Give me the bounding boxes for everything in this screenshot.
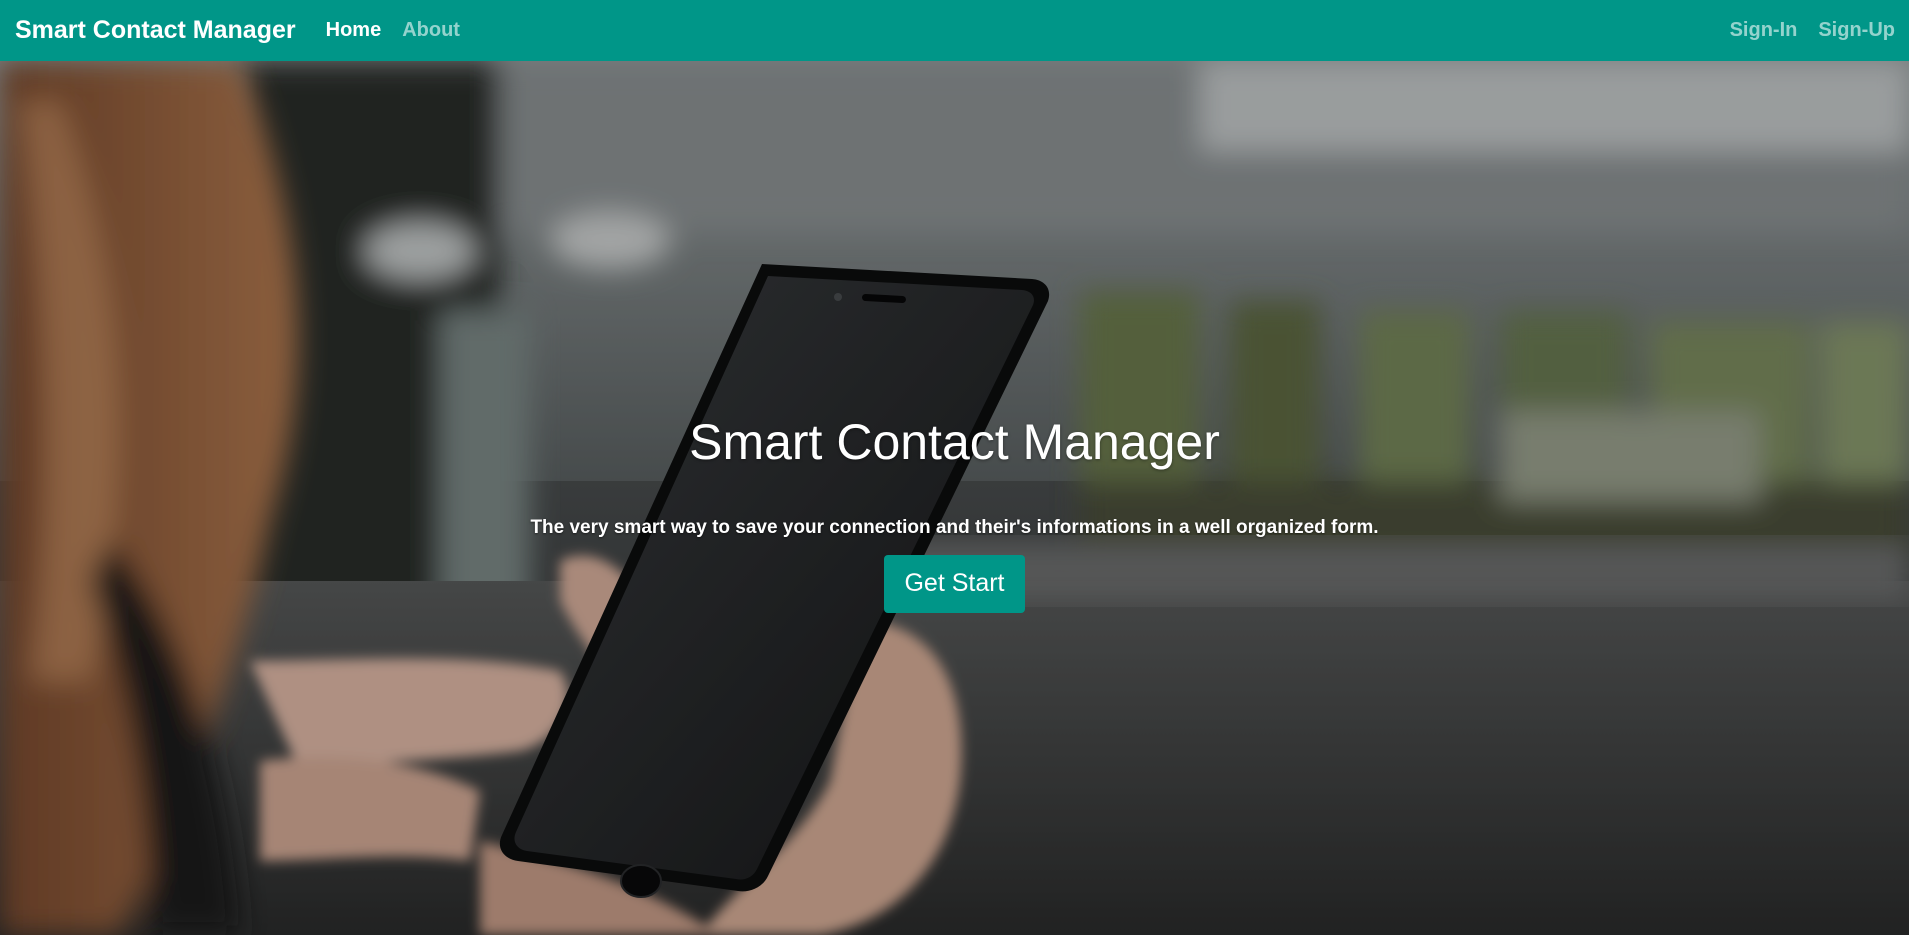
hero-content: Smart Contact Manager The very smart way…: [0, 61, 1909, 935]
get-start-button[interactable]: Get Start: [884, 554, 1025, 613]
nav-sign-in-link[interactable]: Sign-In: [1730, 19, 1798, 42]
nav-right-links: Sign-In Sign-Up: [1730, 19, 1895, 42]
hero-section: Smart Contact Manager The very smart way…: [0, 61, 1909, 935]
nav-sign-up-link[interactable]: Sign-Up: [1818, 19, 1895, 42]
hero-subtitle: The very smart way to save your connecti…: [530, 516, 1379, 538]
nav-home-link[interactable]: Home: [326, 19, 382, 42]
hero-title: Smart Contact Manager: [689, 414, 1220, 470]
nav-left-links: Home About: [326, 19, 460, 42]
nav-about-link[interactable]: About: [402, 19, 460, 42]
brand-logo-link[interactable]: Smart Contact Manager: [15, 16, 296, 45]
navbar: Smart Contact Manager Home About Sign-In…: [0, 0, 1909, 61]
